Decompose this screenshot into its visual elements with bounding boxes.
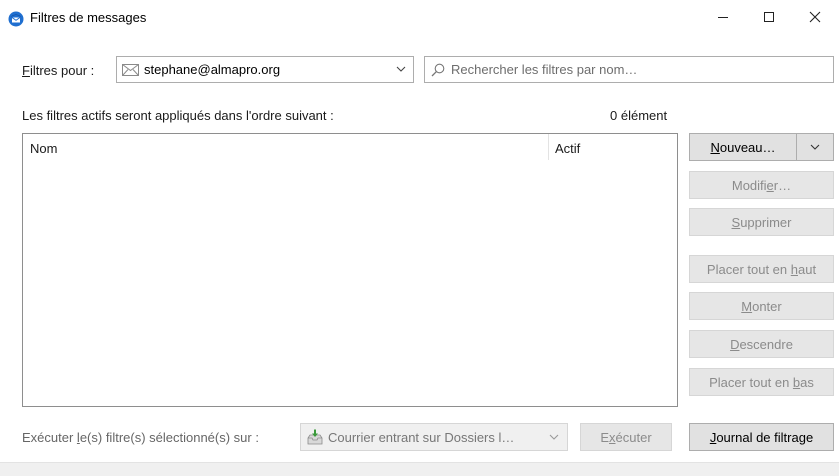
filters-for-label-accel: F xyxy=(22,63,30,78)
minimize-icon xyxy=(718,17,728,18)
run-post: écuter xyxy=(615,429,652,445)
column-header-active[interactable]: Actif xyxy=(555,141,580,156)
down-rest: escendre xyxy=(739,336,793,352)
top-accel: h xyxy=(790,261,798,277)
inbox-icon xyxy=(307,429,323,445)
filter-list[interactable]: Nom Actif xyxy=(22,133,678,407)
maximize-button[interactable] xyxy=(746,0,792,34)
delete-rest: upprimer xyxy=(740,214,792,230)
move-up-label: Monter xyxy=(741,299,781,314)
log-rest: ournal de filtrage xyxy=(716,429,814,445)
account-select[interactable]: stephane@almapro.org xyxy=(116,56,414,83)
window-title: Filtres de messages xyxy=(30,10,147,25)
close-icon xyxy=(809,11,821,23)
filter-log-button[interactable]: Journal de filtrage xyxy=(689,423,834,451)
delete-accel: S xyxy=(731,214,741,230)
move-top-label: Placer tout en haut xyxy=(707,262,816,277)
run-label-pre: Exécuter xyxy=(22,430,77,445)
account-value: stephane@almapro.org xyxy=(144,62,281,77)
search-icon xyxy=(431,63,445,76)
new-filter-button[interactable]: Nouveau… xyxy=(689,133,834,161)
list-description: Les filtres actifs seront appliqués dans… xyxy=(22,108,334,123)
folder-select[interactable]: Courrier entrant sur Dossiers l… xyxy=(300,423,568,451)
top-post: aut xyxy=(797,261,817,277)
folder-value: Courrier entrant sur Dossiers l… xyxy=(328,429,515,445)
search-field[interactable] xyxy=(424,56,834,83)
move-down-button[interactable]: Descendre xyxy=(689,330,834,358)
move-bottom-label: Placer tout en bas xyxy=(709,375,814,390)
delete-button[interactable]: Supprimer xyxy=(689,208,834,236)
run-pre: E xyxy=(600,429,610,445)
bottom-pre: Placer tout en xyxy=(709,374,793,390)
new-filter-label: Nouveau… xyxy=(710,140,775,155)
title-bar: Filtres de messages xyxy=(0,0,839,34)
move-up-button[interactable]: Monter xyxy=(689,292,834,320)
modify-pre: Modifi xyxy=(731,177,767,193)
new-filter-main[interactable]: Nouveau… xyxy=(690,134,797,160)
column-separator[interactable] xyxy=(548,134,549,160)
modify-accel: e xyxy=(766,177,774,193)
up-accel: M xyxy=(741,298,753,314)
chevron-down-icon xyxy=(396,66,406,72)
move-down-label: Descendre xyxy=(730,337,793,352)
mail-icon xyxy=(122,63,139,76)
delete-label: Supprimer xyxy=(732,215,792,230)
filters-for-label: Filtres pour : xyxy=(22,63,94,78)
minimize-button[interactable] xyxy=(700,0,746,34)
filters-for-label-text: iltres pour : xyxy=(29,63,95,78)
run-label: Exécuter xyxy=(600,430,651,445)
filter-log-label: Journal de filtrage xyxy=(710,430,813,445)
bottom-post: as xyxy=(800,374,814,390)
top-pre: Placer tout en xyxy=(706,261,791,277)
column-header-name[interactable]: Nom xyxy=(30,141,57,156)
chevron-down-icon xyxy=(549,434,559,440)
status-bar xyxy=(0,462,839,476)
thunderbird-app-icon xyxy=(8,11,24,27)
search-input[interactable] xyxy=(451,62,821,77)
run-filters-label: Exécuter le(s) filtre(s) sélectionné(s) … xyxy=(22,430,259,445)
run-button[interactable]: Exécuter xyxy=(580,423,672,451)
chevron-down-icon xyxy=(810,144,820,150)
move-top-button[interactable]: Placer tout en haut xyxy=(689,255,834,283)
run-label-post: e(s) filtre(s) sélectionné(s) sur : xyxy=(79,430,259,445)
modify-label: Modifier… xyxy=(732,178,791,193)
maximize-icon xyxy=(764,12,774,22)
up-rest: onter xyxy=(752,298,782,314)
modify-post: r… xyxy=(773,177,792,193)
new-accel: N xyxy=(710,139,720,155)
move-bottom-button[interactable]: Placer tout en bas xyxy=(689,368,834,396)
new-filter-dropdown[interactable] xyxy=(797,134,833,160)
modify-button[interactable]: Modifier… xyxy=(689,171,834,199)
new-rest: ouveau… xyxy=(719,139,776,155)
filter-count: 0 élément xyxy=(610,108,668,123)
close-button[interactable] xyxy=(792,0,838,34)
